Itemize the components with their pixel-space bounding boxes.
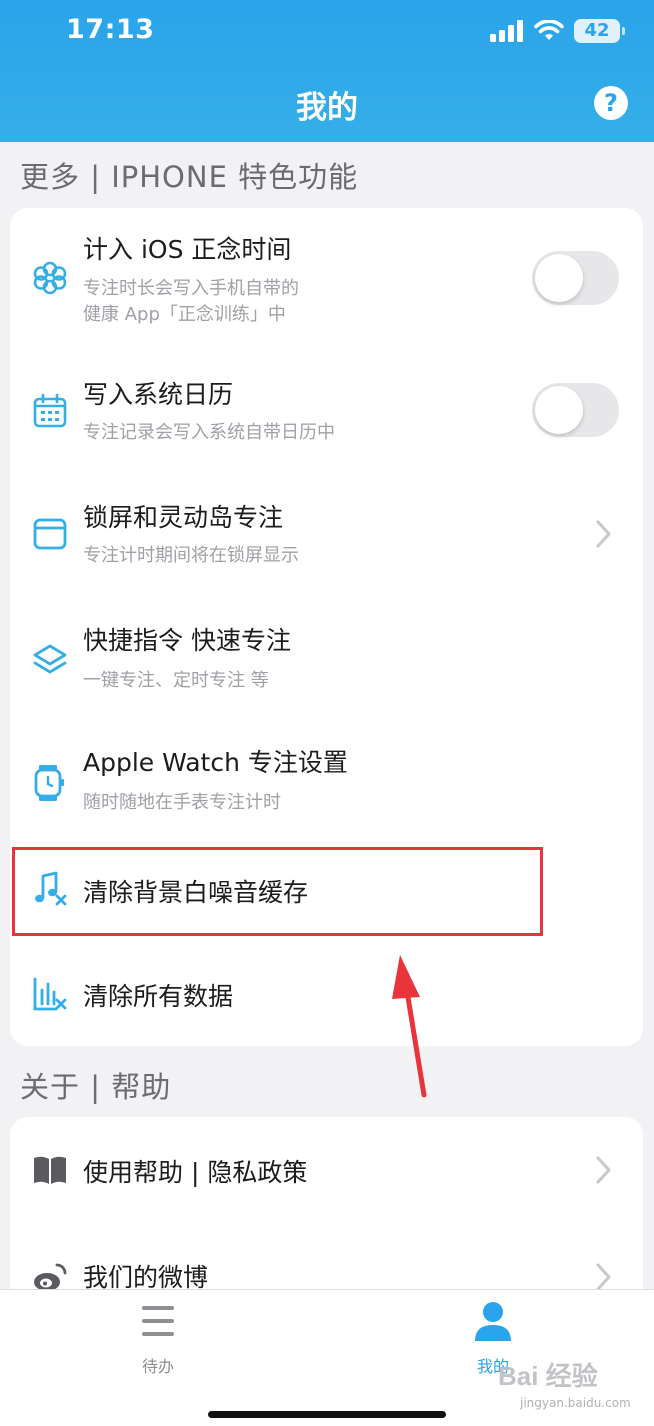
row-subtitle: 专注计时期间将在锁屏显示 [83, 545, 299, 566]
section-header-about: 关于 | 帮助 [20, 1070, 172, 1104]
flower-icon [33, 261, 67, 295]
chart-clear-icon [33, 977, 67, 1011]
status-icons: 42 [490, 16, 625, 46]
section-header-more: 更多 | IPHONE 特色功能 [20, 160, 359, 194]
row-apple-watch[interactable]: Apple Watch 专注设置 随时随地在手表专注计时 [10, 715, 643, 843]
row-clear-all-data[interactable]: 清除所有数据 [10, 943, 643, 1046]
row-system-calendar[interactable]: 写入系统日历 专注记录会写入系统自带日历中 [10, 343, 643, 468]
page-title: 我的 [296, 90, 358, 126]
about-help-card: 使用帮助 | 隐私政策 我们的微博 [10, 1117, 643, 1317]
row-title: 清除所有数据 [83, 982, 234, 1011]
chevron-right-icon [596, 520, 611, 548]
annotation-highlight-box [12, 847, 543, 936]
wifi-icon [534, 20, 564, 40]
question-circle-icon[interactable]: ? [594, 86, 628, 120]
battery-indicator: 42 [574, 19, 625, 43]
row-subtitle: 专注时长会写入手机自带的 健康 App「正念训练」中 [83, 278, 299, 325]
cellular-signal-icon [490, 20, 523, 42]
row-lockscreen-island[interactable]: 锁屏和灵动岛专注 专注计时期间将在锁屏显示 [10, 468, 643, 593]
row-title: Apple Watch 专注设置 [83, 748, 348, 777]
toggle-knob [535, 254, 583, 302]
status-time: 17:13 [66, 14, 155, 45]
row-title: 写入系统日历 [83, 380, 234, 409]
tab-todo[interactable]: 待办 [78, 1290, 238, 1390]
baidu-watermark-url: jingyan.baidu.com [520, 1396, 631, 1410]
chevron-right-icon [596, 1263, 611, 1291]
menu-lines-icon [142, 1306, 174, 1336]
row-mindful-time[interactable]: 计入 iOS 正念时间 专注时长会写入手机自带的 健康 App「正念训练」中 [10, 208, 643, 343]
row-subtitle: 专注记录会写入系统自带日历中 [83, 422, 335, 443]
calendar-icon [33, 393, 67, 428]
home-indicator [208, 1411, 446, 1418]
watch-icon [34, 765, 64, 801]
layers-icon [33, 644, 67, 674]
lockscreen-icon [33, 518, 67, 550]
book-icon [34, 1156, 66, 1184]
system-calendar-toggle[interactable] [532, 383, 619, 437]
person-icon [475, 1302, 511, 1341]
row-subtitle: 一键专注、定时专注 等 [83, 670, 269, 691]
toggle-knob [535, 386, 583, 434]
row-title: 锁屏和灵动岛专注 [83, 503, 284, 532]
row-help-privacy[interactable]: 使用帮助 | 隐私政策 [10, 1117, 643, 1224]
row-title: 计入 iOS 正念时间 [83, 235, 292, 264]
chevron-right-icon [596, 1156, 611, 1184]
row-title: 快捷指令 快速专注 [83, 626, 291, 655]
tab-label: 待办 [141, 1357, 174, 1376]
baidu-watermark: Bai 经验 [498, 1361, 598, 1391]
row-shortcuts-focus[interactable]: 快捷指令 快速专注 一键专注、定时专注 等 [10, 593, 643, 715]
header-bar: 17:13 42 我的 ? [0, 0, 654, 142]
mindful-time-toggle[interactable] [532, 251, 619, 305]
annotation-arrow [392, 955, 427, 1098]
row-subtitle: 随时随地在手表专注计时 [83, 792, 281, 813]
row-title: 使用帮助 | 隐私政策 [83, 1158, 308, 1187]
